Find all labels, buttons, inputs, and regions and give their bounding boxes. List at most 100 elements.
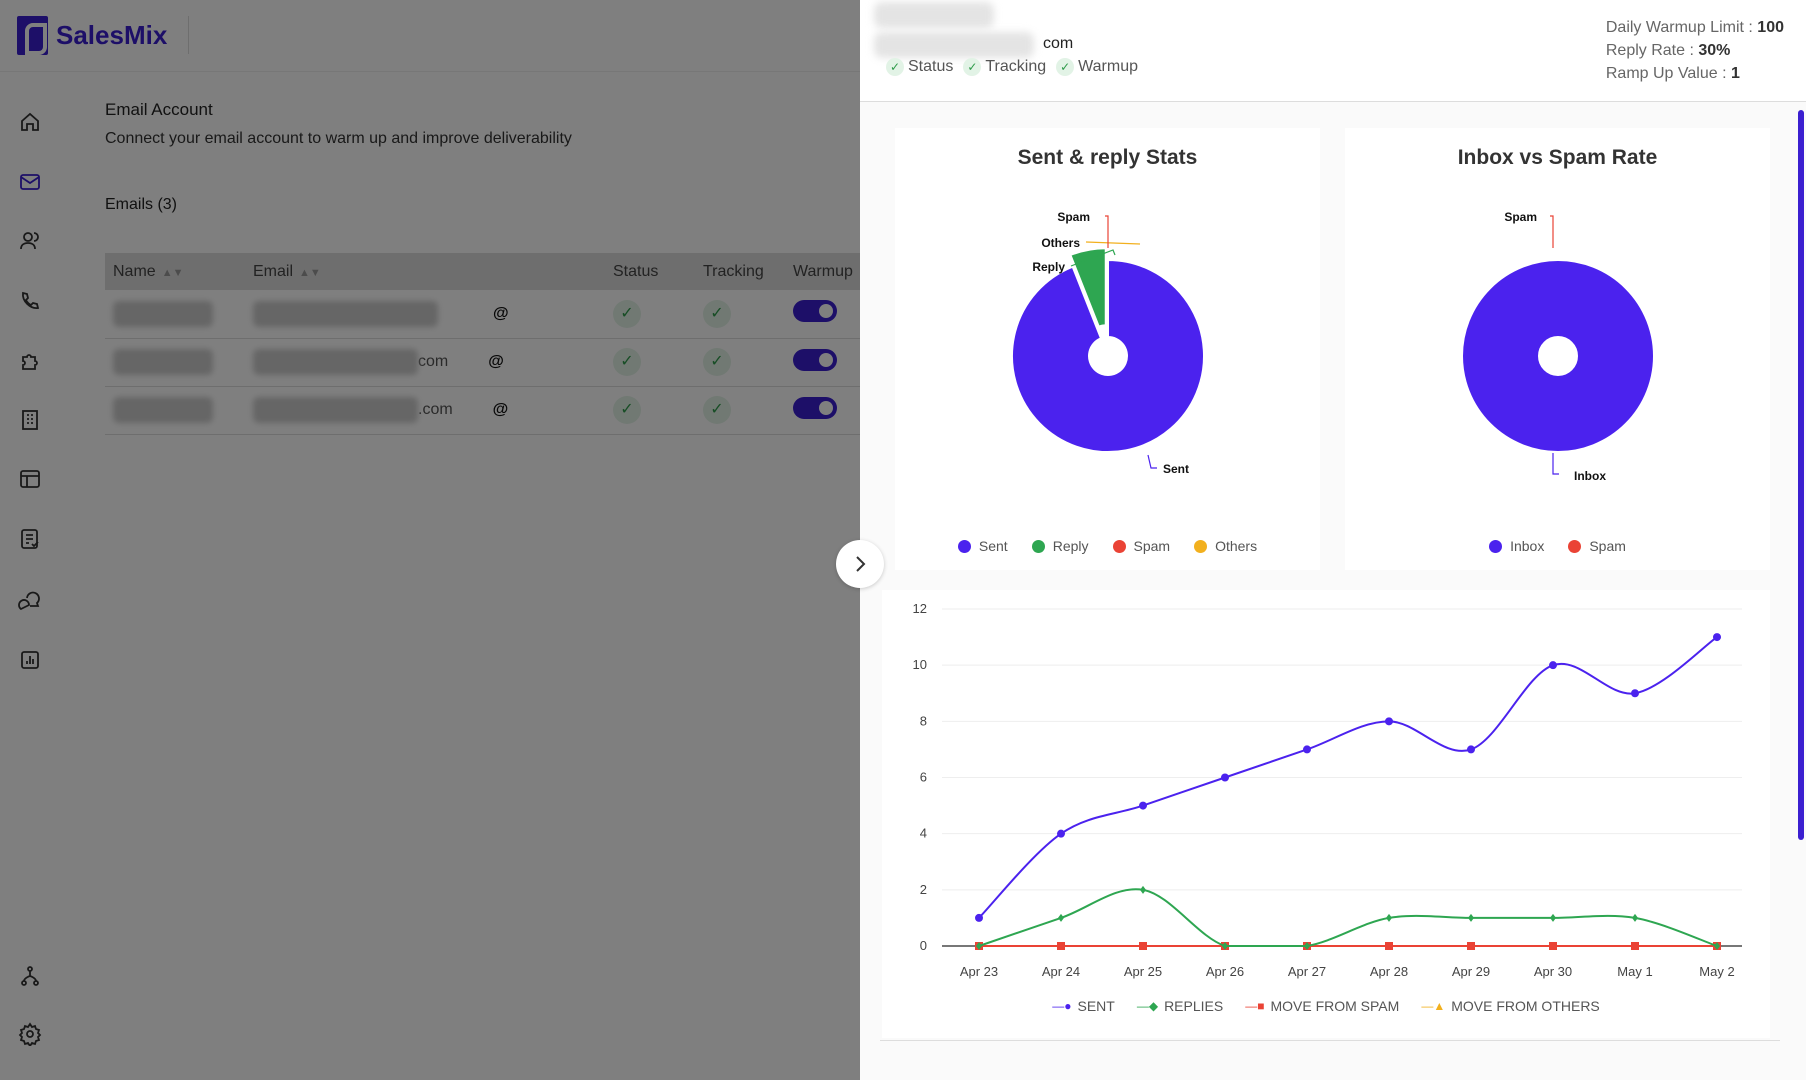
legend-item-replies[interactable]: —◆ REPLIES [1137,998,1223,1014]
legend-label: Inbox [1510,538,1545,554]
setting-value: 1 [1730,65,1740,82]
leader-line [1085,241,1141,245]
legend-dot-icon [957,539,971,553]
data-point[interactable] [1713,633,1721,642]
data-point[interactable] [1221,773,1229,782]
setting-row: Daily Warmup Limit : 100 [1606,16,1784,39]
legend-item-inbox[interactable]: Inbox [1489,538,1544,554]
status-flags: ✓ Status ✓ Tracking ✓ Warmup [886,58,1138,76]
data-point[interactable] [1140,885,1146,894]
data-point[interactable] [1386,913,1392,922]
legend-dot-icon [1031,539,1045,553]
legend-dot-icon [1112,539,1126,553]
data-point[interactable] [1057,829,1065,838]
legend-label: Sent [978,538,1008,554]
redacted-name [874,2,994,28]
y-tick-label: 4 [920,826,927,841]
y-tick-label: 0 [920,938,927,953]
daily-stats-card: 0 2 4 6 8 10 12 Apr 23 Apr 24 Apr 25 Apr 26 Apr 27 A… [882,590,1770,1038]
panel-header: com ✓ Status ✓ Tracking ✓ Warmup Daily Warmup… [860,0,1806,102]
pie-slice-inbox[interactable] [1460,259,1656,453]
chevron-right-icon [856,556,866,572]
data-point[interactable] [1385,717,1393,726]
pie-slice-sent[interactable] [1011,258,1205,453]
legend-item-move-from-spam[interactable]: —■ MOVE FROM SPAM [1245,998,1399,1014]
leader-line [1552,453,1559,475]
x-tick-label: Apr 24 [1042,964,1080,979]
legend-label: REPLIES [1164,998,1224,1014]
leader-line [1550,215,1554,248]
slice-label: Reply [1032,260,1065,274]
data-point[interactable] [1468,913,1474,922]
setting-value: 100 [1757,19,1784,36]
setting-value: 30% [1698,42,1731,59]
x-tick-label: Apr 27 [1288,964,1326,979]
chart-legend: Inbox Spam [1345,538,1770,554]
flag-label: Tracking [985,58,1047,75]
data-point[interactable] [1631,942,1639,950]
check-icon: ✓ [1056,58,1075,76]
x-tick-label: Apr 30 [1534,964,1572,979]
legend-item-spam[interactable]: Spam [1568,538,1626,554]
flag-label: Status [908,58,954,75]
series-line-replies [978,888,1718,948]
panel-scrollbar[interactable] [1798,110,1804,840]
legend-dot-icon [1194,539,1208,553]
setting-label: Reply Rate : [1605,42,1699,59]
legend-marker-icon: —■ [1245,999,1265,1013]
data-point[interactable] [1631,689,1639,698]
data-point[interactable] [1385,942,1393,950]
email-domain: com [1043,35,1074,52]
sent-reply-pie: Others Reply Spam Sent [1011,210,1205,476]
legend-item-move-from-others[interactable]: —▲ MOVE FROM OTHERS [1421,998,1599,1014]
data-point[interactable] [1139,942,1147,950]
divider [880,1040,1780,1041]
legend-item-others[interactable]: Others [1194,538,1257,554]
slice-label: Others [1041,236,1080,250]
daily-stats-line-chart: 0 2 4 6 8 10 12 Apr 23 Apr 24 Apr 25 Apr 26 Apr 27 A… [913,601,1742,979]
data-point[interactable] [1467,942,1475,950]
chart-legend: Sent Reply Spam Others [895,538,1320,554]
x-tick-label: Apr 28 [1370,964,1408,979]
data-point[interactable] [1549,942,1557,950]
flag-status: ✓ Status [886,58,953,76]
slice-label: Spam [1057,210,1090,224]
data-point[interactable] [1057,942,1065,950]
legend-label: Spam [1589,538,1626,554]
collapse-panel-button[interactable] [836,540,884,588]
legend-dot-icon [1568,539,1582,553]
legend-label: SENT [1077,998,1115,1014]
legend-item-spam[interactable]: Spam [1112,538,1171,554]
chart-legend: —● SENT —◆ REPLIES —■ MOVE FROM SPAM —▲ MOVE FR… [882,998,1770,1014]
check-icon: ✓ [886,58,904,76]
data-point[interactable] [1549,661,1557,670]
slice-label: Sent [1163,462,1189,476]
legend-label: Spam [1133,538,1171,554]
legend-label: Reply [1052,538,1089,554]
data-point[interactable] [1303,745,1311,754]
data-point[interactable] [1139,801,1147,810]
data-point[interactable] [1632,913,1638,922]
y-tick-label: 2 [920,882,927,897]
legend-item-reply[interactable]: Reply [1031,538,1089,554]
setting-label: Daily Warmup Limit : [1605,19,1758,36]
setting-row: Ramp Up Value : 1 [1606,62,1784,85]
legend-label: MOVE FROM SPAM [1270,998,1400,1014]
inbox-spam-card: Inbox vs Spam Rate Spam Inbox Inbox Spam [1345,128,1770,570]
legend-item-sent[interactable]: —● SENT [1052,998,1115,1014]
slice-label: Inbox [1574,469,1606,483]
data-point[interactable] [1058,913,1064,922]
data-point[interactable] [975,913,983,922]
data-point[interactable] [1550,913,1556,922]
x-tick-label: May 1 [1617,964,1652,979]
setting-label: Ramp Up Value : [1605,65,1731,82]
redacted-email [874,32,1034,58]
slice-label: Spam [1504,210,1537,224]
legend-dot-icon [1489,539,1503,553]
y-tick-label: 6 [920,770,927,785]
flag-label: Warmup [1078,58,1138,75]
check-icon: ✓ [963,58,982,76]
y-tick-label: 12 [913,601,927,616]
data-point[interactable] [1467,745,1475,754]
legend-item-sent[interactable]: Sent [957,538,1008,554]
